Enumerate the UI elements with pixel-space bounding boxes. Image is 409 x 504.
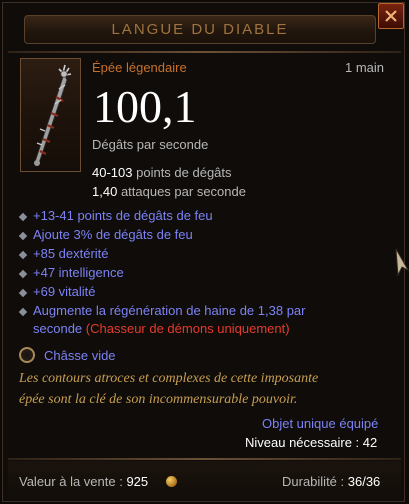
- speed-value: 1,40: [92, 184, 118, 199]
- affix-fire-percent: Ajoute 3% de dégâts de feu: [33, 227, 193, 242]
- affix-fire-damage: +13-41 points de dégâts de feu: [33, 208, 213, 223]
- affix-hatred-regen-wrap: seconde (Chasseur de démons uniquement): [33, 321, 290, 336]
- empty-socket-icon: [19, 347, 35, 363]
- dps-value: 100,1: [93, 81, 197, 132]
- affix-hatred-regen: Augmente la régénération de haine de 1,3…: [33, 303, 306, 318]
- close-x-icon: [385, 10, 397, 22]
- damage-label: points de dégâts: [136, 165, 232, 180]
- footer-divider: [8, 458, 401, 460]
- speed-label: attaques par seconde: [120, 184, 246, 199]
- flavor-text-line1: Les contours atroces et complexes de cet…: [19, 371, 319, 386]
- mouse-cursor-icon: [395, 248, 409, 276]
- affix-vitality: +69 vitalité: [33, 284, 96, 299]
- sell-label: Valeur à la vente :: [19, 474, 127, 489]
- damage-value: 40-103: [92, 165, 133, 180]
- durability-label: Durabilité :: [282, 474, 348, 489]
- unique-equipped: Objet unique équipé: [262, 416, 379, 431]
- sell-value-line: Valeur à la vente : 925: [19, 474, 148, 489]
- item-type: Épée légendaire: [92, 60, 187, 75]
- required-level: Niveau nécessaire : 42: [245, 435, 378, 450]
- header-divider: [8, 51, 401, 53]
- item-slot: 1 main: [345, 60, 385, 75]
- item-name: LANGUE DU DIABLE: [111, 21, 289, 38]
- speed-line: 1,40 attaques par seconde: [92, 184, 246, 199]
- sell-value: 925: [126, 474, 149, 489]
- flavor-text-line2: épée sont la clé de son incommensurable …: [19, 392, 298, 407]
- damage-line: 40-103 points de dégâts: [92, 165, 232, 180]
- affix-intelligence: +47 intelligence: [33, 265, 124, 280]
- dps-label: Dégâts par seconde: [92, 137, 209, 152]
- durability-value: 36/36: [347, 474, 381, 489]
- affix-wrap-text: seconde: [33, 321, 83, 336]
- close-button[interactable]: [378, 3, 404, 29]
- sword-icon: [34, 64, 72, 166]
- gold-coin-icon: [166, 476, 177, 487]
- class-restriction: (Chasseur de démons uniquement): [85, 321, 290, 336]
- socket-label: Châsse vide: [44, 348, 116, 363]
- item-icon-frame: [20, 58, 81, 172]
- affix-dexterity: +85 dextérité: [33, 246, 109, 261]
- durability-line: Durabilité : 36/36: [282, 474, 380, 489]
